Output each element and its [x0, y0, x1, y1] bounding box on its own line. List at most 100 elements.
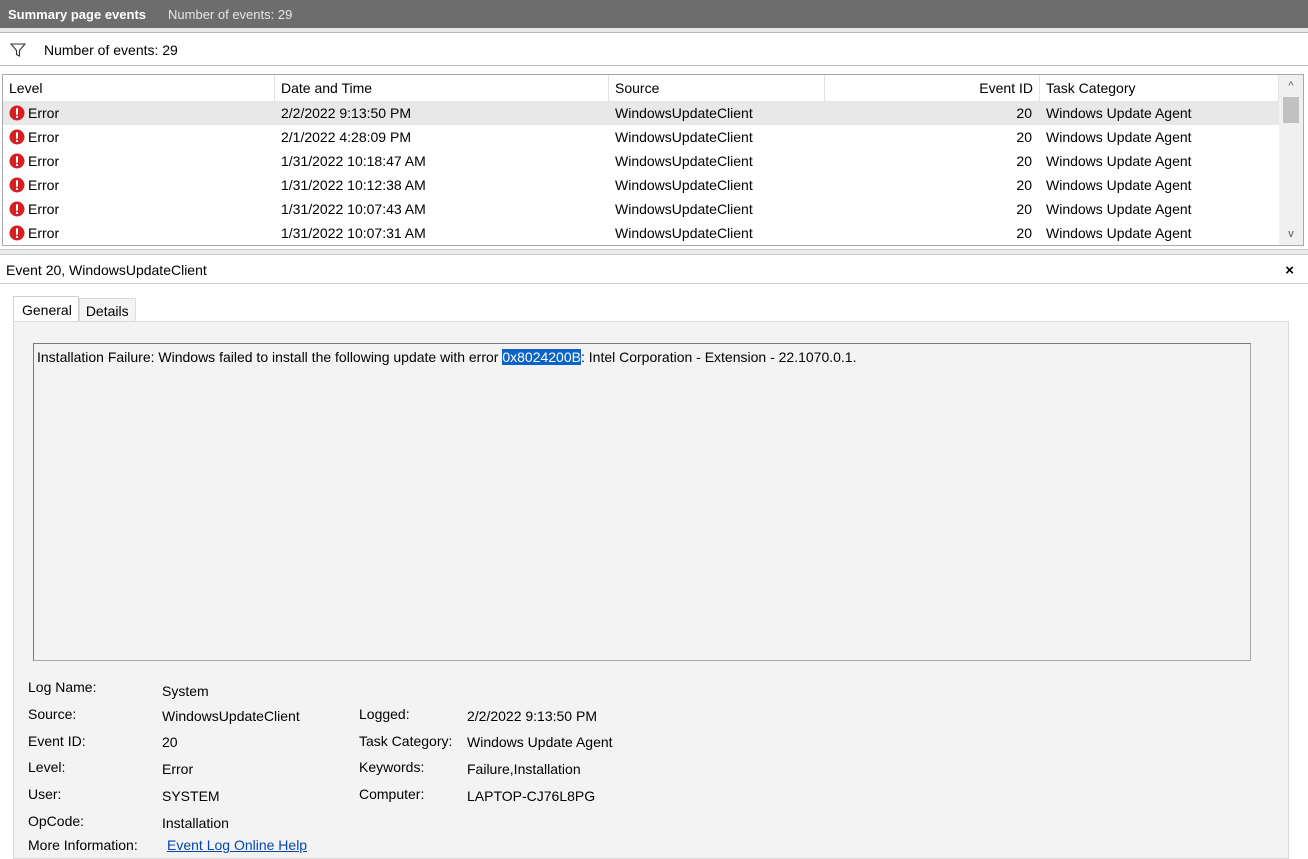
- computer-value: LAPTOP-CJ76L8PG: [467, 788, 596, 804]
- event-detail-header: Event 20, WindowsUpdateClient ×: [0, 256, 1308, 284]
- logged-label: Logged:: [359, 706, 410, 722]
- cell-level: Error: [3, 225, 275, 241]
- detail-tabs: General Details: [13, 296, 136, 322]
- title-underline: [0, 28, 1308, 33]
- opcode-label: OpCode:: [28, 813, 85, 829]
- table-row[interactable]: Error 1/31/2022 10:07:31 AM WindowsUpdateC…: [3, 221, 1279, 245]
- cell-task-category: Windows Update Agent: [1046, 177, 1192, 193]
- cell-task-category: Windows Update Agent: [1046, 201, 1192, 217]
- source-value: WindowsUpdateClient: [162, 708, 300, 724]
- level-text: Error: [28, 105, 60, 121]
- task-category-value: Windows Update Agent: [467, 734, 613, 750]
- event-description-box[interactable]: Installation Failure: Windows failed to …: [33, 343, 1251, 661]
- column-header-level[interactable]: Level: [3, 75, 275, 101]
- computer-label: Computer:: [359, 786, 425, 802]
- cell-source: WindowsUpdateClient: [615, 153, 753, 169]
- error-icon: [9, 201, 25, 217]
- grid-vertical-scrollbar[interactable]: ^ v: [1279, 75, 1303, 245]
- log-name-label: Log Name:: [28, 679, 97, 695]
- table-row[interactable]: Error 2/1/2022 4:28:09 PM WindowsUpdateCli…: [3, 125, 1279, 149]
- page-title: Summary page events: [8, 6, 147, 22]
- logged-value: 2/2/2022 9:13:50 PM: [467, 708, 597, 724]
- cell-event-id: 20: [1016, 225, 1032, 241]
- table-row[interactable]: Error 1/31/2022 10:07:43 AM WindowsUpdateC…: [3, 197, 1279, 221]
- filter-event-count: Number of events: 29: [44, 41, 178, 58]
- column-header-event-id[interactable]: Event ID: [825, 75, 1040, 101]
- cell-source: WindowsUpdateClient: [615, 177, 753, 193]
- scroll-up-arrow-icon[interactable]: ^: [1279, 77, 1303, 95]
- error-icon: [9, 129, 25, 145]
- grid-rows: Error 2/2/2022 9:13:50 PM WindowsUpdateCli…: [3, 101, 1279, 245]
- cell-level: Error: [3, 105, 275, 121]
- level-text: Error: [28, 177, 60, 193]
- column-header-source[interactable]: Source: [609, 75, 825, 101]
- cell-event-id: 20: [1016, 129, 1032, 145]
- cell-task-category: Windows Update Agent: [1046, 129, 1192, 145]
- cell-task-category: Windows Update Agent: [1046, 225, 1192, 241]
- keywords-value: Failure,Installation: [467, 761, 581, 777]
- cell-level: Error: [3, 129, 275, 145]
- opcode-value: Installation: [162, 815, 229, 831]
- cell-source: WindowsUpdateClient: [615, 201, 753, 217]
- user-label: User:: [28, 786, 62, 802]
- level-label: Level:: [28, 759, 66, 775]
- events-grid[interactable]: Level Date and Time Source Event ID Task…: [2, 74, 1304, 246]
- column-header-task-category[interactable]: Task Category: [1040, 75, 1279, 101]
- table-row[interactable]: Error 1/31/2022 10:18:47 AM WindowsUpdateC…: [3, 149, 1279, 173]
- cell-task-category: Windows Update Agent: [1046, 153, 1192, 169]
- pane-splitter[interactable]: [0, 249, 1308, 255]
- column-header-date-time[interactable]: Date and Time: [275, 75, 609, 101]
- error-icon: [9, 105, 25, 121]
- keywords-label: Keywords:: [359, 759, 425, 775]
- level-text: Error: [28, 153, 60, 169]
- cell-source: WindowsUpdateClient: [615, 225, 753, 241]
- scroll-down-arrow-icon[interactable]: v: [1279, 225, 1303, 243]
- error-icon: [9, 225, 25, 241]
- table-row[interactable]: Error 2/2/2022 9:13:50 PM WindowsUpdateCli…: [3, 101, 1279, 125]
- level-text: Error: [28, 201, 60, 217]
- log-name-value: System: [162, 683, 209, 699]
- cell-event-id: 20: [1016, 153, 1032, 169]
- cell-event-id: 20: [1016, 177, 1032, 193]
- cell-source: WindowsUpdateClient: [615, 105, 753, 121]
- event-count-text: Number of events: 29: [168, 6, 293, 22]
- cell-date-time: 2/1/2022 4:28:09 PM: [281, 129, 411, 145]
- cell-level: Error: [3, 153, 275, 169]
- cell-date-time: 2/2/2022 9:13:50 PM: [281, 105, 411, 121]
- description-text-after: : Intel Corporation - Extension - 22.107…: [580, 349, 857, 365]
- table-row[interactable]: Error 1/31/2022 10:12:38 AM WindowsUpdateC…: [3, 173, 1279, 197]
- filter-icon[interactable]: [10, 42, 26, 58]
- event-id-value: 20: [162, 734, 178, 750]
- user-value: SYSTEM: [162, 788, 220, 804]
- task-category-label: Task Category:: [359, 733, 453, 749]
- cell-task-category: Windows Update Agent: [1046, 105, 1192, 121]
- cell-date-time: 1/31/2022 10:12:38 AM: [281, 177, 426, 193]
- cell-event-id: 20: [1016, 201, 1032, 217]
- cell-level: Error: [3, 201, 275, 217]
- cell-date-time: 1/31/2022 10:07:43 AM: [281, 201, 426, 217]
- description-text-before: Installation Failure: Windows failed to …: [37, 349, 503, 365]
- cell-date-time: 1/31/2022 10:18:47 AM: [281, 153, 426, 169]
- cell-level: Error: [3, 177, 275, 193]
- scrollbar-thumb[interactable]: [1283, 97, 1299, 123]
- cell-source: WindowsUpdateClient: [615, 129, 753, 145]
- summary-title-bar: Summary page events Number of events: 29: [0, 0, 1308, 28]
- selected-error-code[interactable]: 0x8024200B: [502, 349, 581, 365]
- error-icon: [9, 153, 25, 169]
- level-text: Error: [28, 129, 60, 145]
- event-id-label: Event ID:: [28, 733, 86, 749]
- error-icon: [9, 177, 25, 193]
- cell-event-id: 20: [1016, 105, 1032, 121]
- more-information-label: More Information:: [28, 837, 138, 853]
- grid-header: Level Date and Time Source Event ID Task…: [3, 75, 1279, 102]
- event-log-online-help-link[interactable]: Event Log Online Help: [167, 837, 307, 853]
- tab-general[interactable]: General: [13, 296, 79, 322]
- tab-details[interactable]: Details: [78, 298, 136, 322]
- source-label: Source:: [28, 706, 77, 722]
- event-detail-title: Event 20, WindowsUpdateClient: [6, 261, 207, 278]
- level-text: Error: [28, 225, 60, 241]
- general-tab-panel: Installation Failure: Windows failed to …: [13, 321, 1289, 859]
- cell-date-time: 1/31/2022 10:07:31 AM: [281, 225, 426, 241]
- level-value: Error: [162, 761, 194, 777]
- close-icon[interactable]: ×: [1285, 262, 1294, 279]
